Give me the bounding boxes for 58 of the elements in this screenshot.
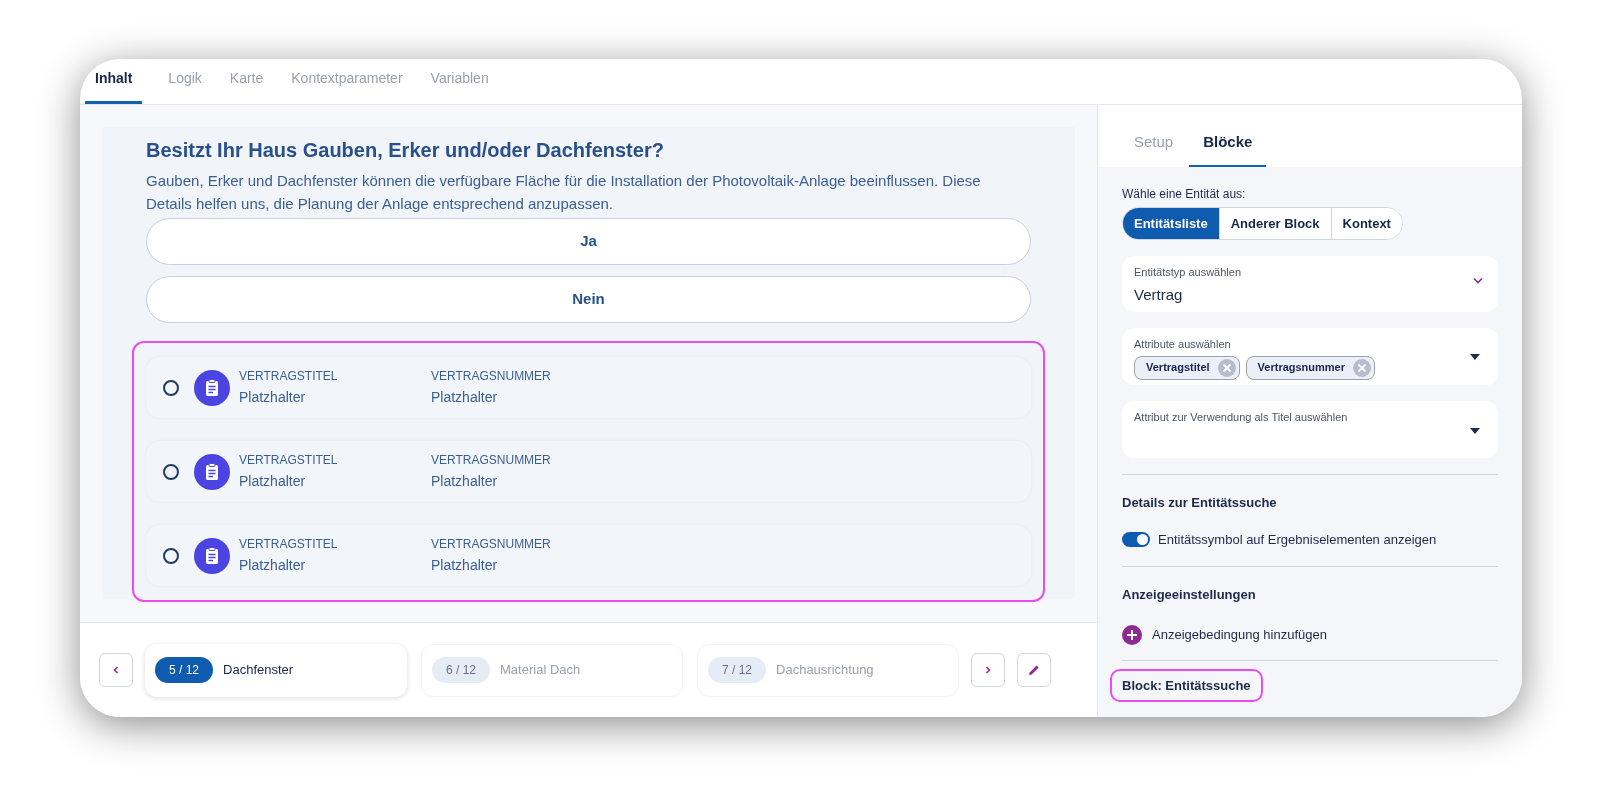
step-card[interactable]: 5 / 12 Dachfenster [145, 643, 407, 697]
field-label: VERTRAGSTITEL [239, 452, 338, 469]
result-row[interactable]: VERTRAGSTITEL Platzhalter VERTRAGSNUMMER Platzhalter [146, 441, 1031, 502]
field-value: Platzhalter [239, 472, 306, 491]
result-row[interactable]: VERTRAGSTITEL Platzhalter VERTRAGSNUMMER Platzhalter [146, 525, 1031, 586]
step-label: Material Dach [500, 661, 581, 680]
chip-label: Vertragsnummer [1257, 360, 1346, 376]
segment-button[interactable]: Kontext [1330, 208, 1402, 239]
entity-choice-label: Wähle eine Entität aus: [1122, 186, 1247, 203]
question-title: Besitzt Ihr Haus Gauben, Erker und/oder Dachfenster? [146, 138, 665, 163]
segment-button[interactable]: Entitätsliste [1123, 208, 1219, 239]
step-label: Dachfenster [223, 661, 294, 680]
toggle-switch[interactable] [1122, 531, 1150, 547]
field-value: Platzhalter [431, 556, 498, 575]
step-badge: 6 / 12 [432, 657, 491, 683]
chevron-down-icon [1472, 277, 1484, 285]
edit-button[interactable] [1017, 653, 1051, 687]
add-condition-button[interactable]: Anzeigebedingung hinzufügen [1122, 624, 1327, 645]
entity-type-dropdown[interactable]: Entitätstyp auswählen Vertrag [1122, 256, 1498, 312]
radio-button[interactable] [163, 379, 179, 396]
field-label: VERTRAGSTITEL [239, 368, 338, 385]
title-attribute-dropdown[interactable]: Attribut zur Verwendung als Titel auswählen [1122, 401, 1498, 458]
dropdown-arrow-icon [1470, 428, 1480, 434]
result-row[interactable]: VERTRAGSTITEL Platzhalter VERTRAGSNUMMER Platzhalter [146, 357, 1031, 418]
chevron-right-icon [983, 665, 993, 675]
question-description: Gauben, Erker und Dachfenster können die verfügbare Fläche für die Installation der Photovoltaik-Anlage beeinflussen. Diese Details helfen uns, die Planung der Anlage entsprechend anzupassen. [146, 171, 982, 214]
pencil-icon [1027, 663, 1041, 677]
step-badge: 7 / 12 [708, 657, 767, 683]
answer-button[interactable]: Ja [146, 218, 1031, 265]
step-card[interactable]: 7 / 12 Dachausrichtung [697, 643, 959, 697]
step-card[interactable]: 6 / 12 Material Dach [421, 643, 683, 697]
field-value: Platzhalter [431, 472, 498, 491]
field-value: Platzhalter [431, 388, 498, 407]
section-heading: Anzeigeeinstellungen [1122, 586, 1257, 604]
field-value: Platzhalter [239, 388, 306, 407]
chip-label: Vertragstitel [1146, 360, 1210, 376]
field-label: VERTRAGSNUMMER [431, 452, 551, 469]
clipboard-icon [194, 369, 230, 406]
answer-button[interactable]: Nein [146, 276, 1031, 323]
plus-icon [1122, 624, 1142, 645]
field-label: VERTRAGSTITEL [239, 536, 338, 553]
radio-button[interactable] [163, 463, 179, 480]
block-label: Block: Entitätssuche [1110, 668, 1263, 702]
dropdown-arrow-icon [1470, 354, 1480, 360]
remove-icon[interactable] [1353, 358, 1372, 377]
radio-button[interactable] [163, 547, 179, 564]
clipboard-icon [194, 453, 230, 490]
step-badge: 5 / 12 [155, 657, 214, 683]
toggle-label: Entitätssymbol auf Ergebniselementen anzeigen [1158, 530, 1437, 549]
field-value: Platzhalter [239, 556, 306, 575]
remove-icon[interactable] [1217, 358, 1236, 377]
chevron-left-icon [111, 665, 121, 675]
field-label: VERTRAGSNUMMER [431, 368, 551, 385]
clipboard-icon [194, 537, 230, 574]
step-label: Dachausrichtung [776, 661, 874, 680]
section-heading: Details zur Entitätssuche [1122, 494, 1278, 512]
attributes-dropdown[interactable]: Attribute auswählen Vertragstitel Vertragsnummer [1122, 328, 1498, 385]
field-label: VERTRAGSNUMMER [431, 536, 551, 553]
